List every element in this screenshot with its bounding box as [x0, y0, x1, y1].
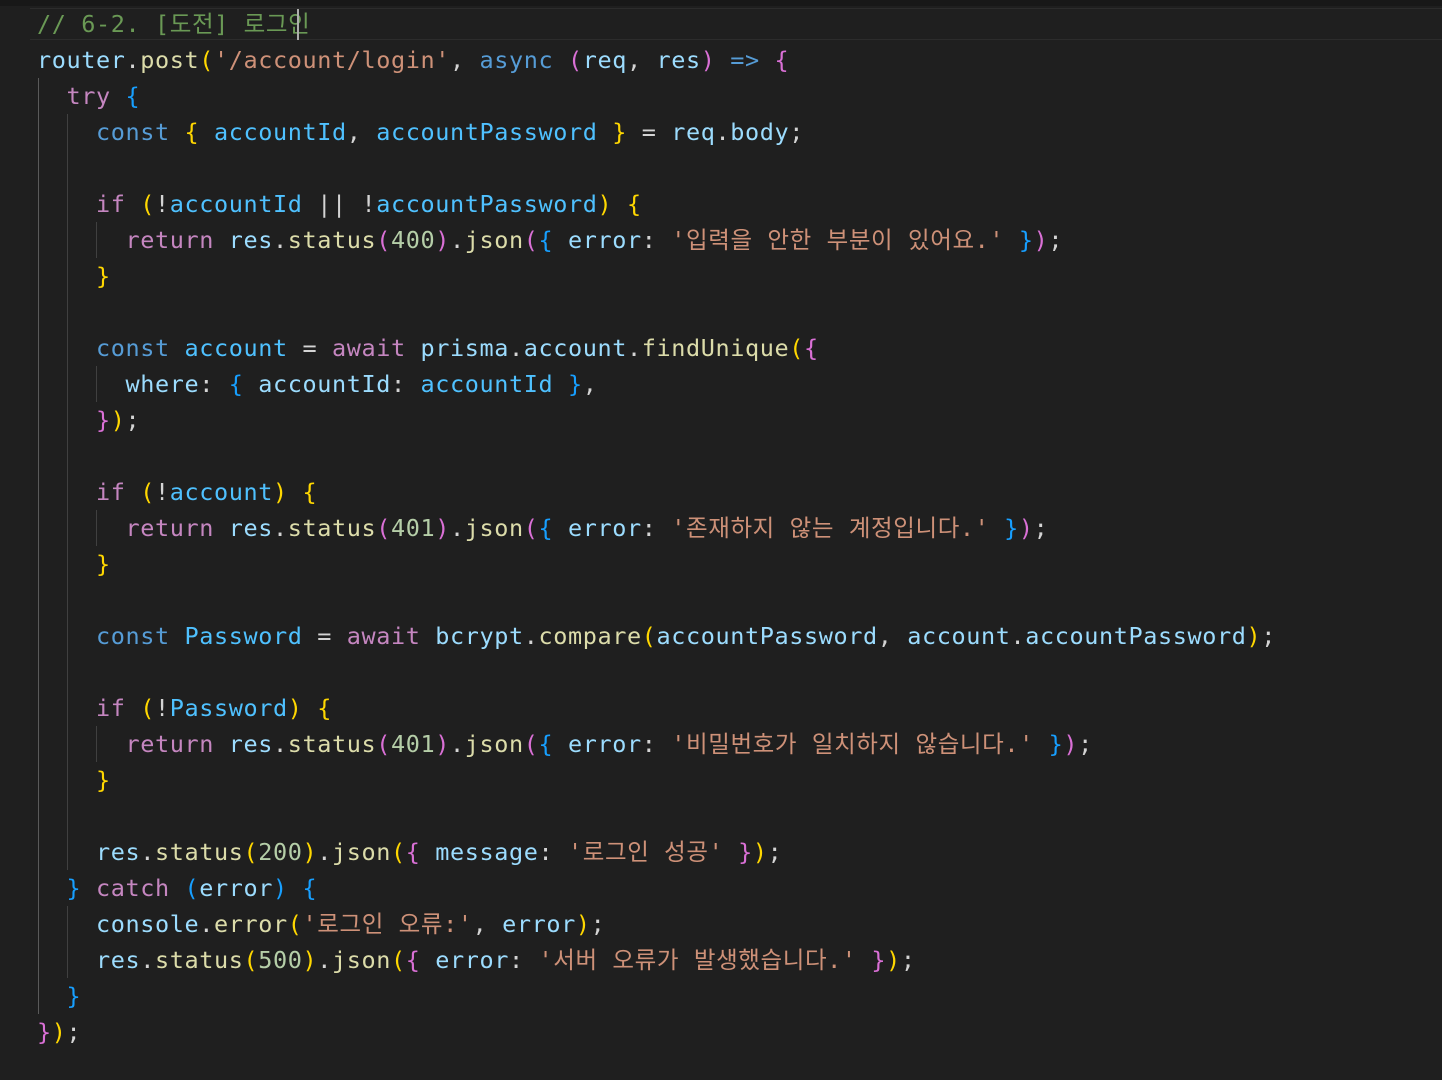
code-line-25: } catch (error) {: [66, 874, 318, 902]
code-line-1: // 6-2. [도전] 로그인: [37, 6, 310, 42]
code-line-16: }: [96, 550, 111, 578]
code-line-3: try {: [66, 82, 141, 110]
code-line-14: if (!account) {: [96, 478, 318, 506]
code-line-1-text: // 6-2. [도전] 로그인: [37, 10, 311, 38]
code-line-7: return res.status(400).json({ error: '입력…: [125, 226, 1064, 254]
code-line-15: return res.status(401).json({ error: '존재…: [125, 514, 1049, 542]
code-line-24: res.status(200).json({ message: '로그인 성공'…: [96, 838, 783, 866]
code-line-29: });: [37, 1018, 82, 1046]
code-editor[interactable]: // 6-2. [도전] 로그인 router.post('/account/l…: [0, 0, 1442, 1080]
code-line-2: router.post('/account/login', async (req…: [37, 46, 790, 74]
code-line-6: if (!accountId || !accountPassword) {: [96, 190, 642, 218]
code-line-11: where: { accountId: accountId },: [125, 370, 598, 398]
code-line-8: }: [96, 262, 111, 290]
code-line-20: if (!Password) {: [96, 694, 332, 722]
code-line-4: const { accountId, accountPassword } = r…: [96, 118, 804, 146]
code-line-27: res.status(500).json({ error: '서버 오류가 발생…: [96, 946, 916, 974]
code-line-21: return res.status(401).json({ error: '비밀…: [125, 730, 1093, 758]
text-cursor: [297, 9, 299, 40]
code-line-22: }: [96, 766, 111, 794]
code-line-28: }: [66, 982, 82, 1010]
code-line-12: });: [96, 406, 141, 434]
code-line-26: console.error('로그인 오류:', error);: [96, 910, 606, 938]
code-line-10: const account = await prisma.account.fin…: [96, 334, 819, 362]
code-line-18: const Password = await bcrypt.compare(ac…: [96, 622, 1276, 650]
